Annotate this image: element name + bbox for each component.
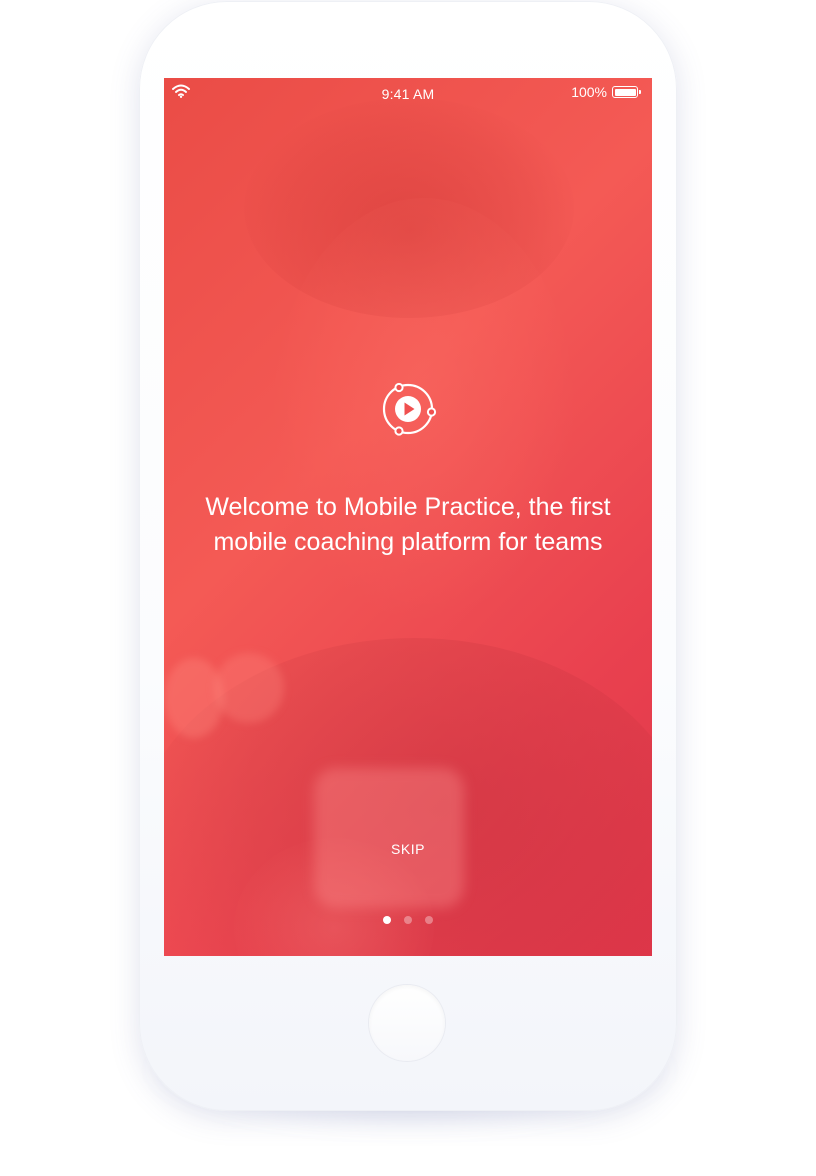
battery-icon: [612, 86, 641, 98]
page-indicator: [164, 916, 652, 924]
skip-button[interactable]: SKIP: [358, 841, 458, 857]
play-orbit-icon: [382, 382, 437, 436]
background-photo-phone: [314, 768, 464, 908]
page-dot-2[interactable]: [404, 916, 412, 924]
welcome-headline: Welcome to Mobile Practice, the first mo…: [205, 493, 611, 556]
page-dot-1[interactable]: [383, 916, 391, 924]
page-dot-3[interactable]: [425, 916, 433, 924]
battery-indicator: 100%: [571, 84, 641, 100]
home-button[interactable]: [369, 985, 445, 1061]
background-bokeh: [214, 653, 284, 723]
status-bar: 9:41 AM 100%: [164, 78, 652, 108]
battery-percent: 100%: [571, 84, 607, 100]
battery-fill: [614, 88, 636, 96]
onboarding-screen: 9:41 AM 100% Welcome to Mobile Practice,…: [164, 78, 652, 956]
battery-nub: [639, 90, 641, 94]
stage: 9:41 AM 100% Welcome to Mobile Practice,…: [0, 0, 816, 1176]
